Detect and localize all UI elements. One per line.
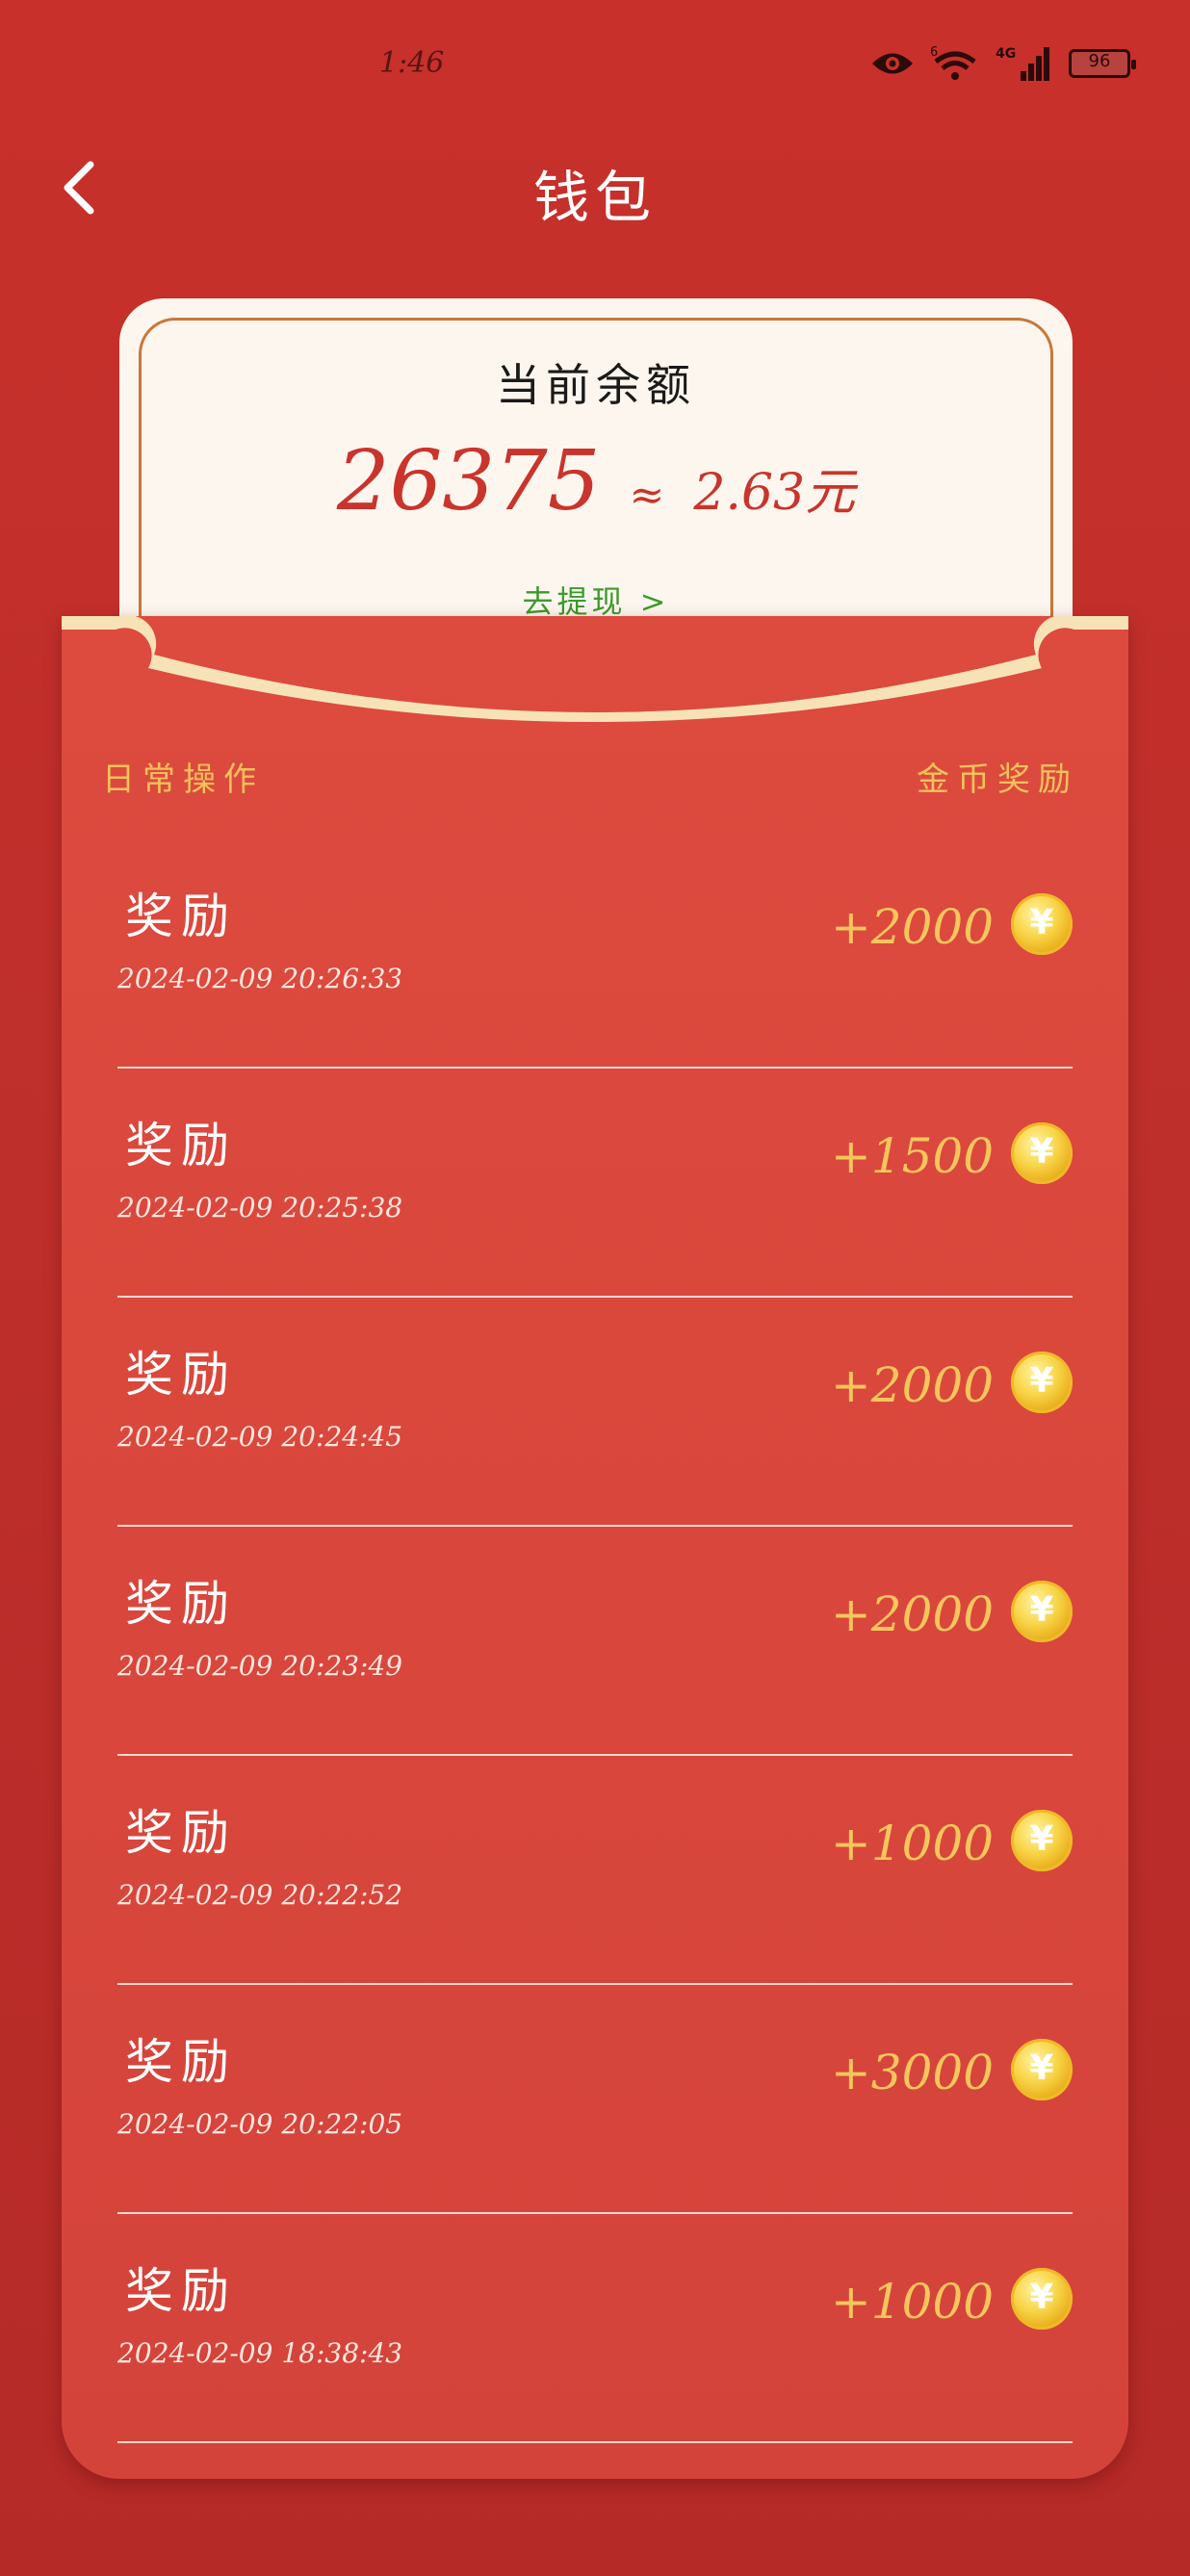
list-item: 奖励 2024-02-09 20:25:38 +1500 ¥	[117, 1069, 1073, 1298]
record-amount: +1500	[830, 1128, 994, 1184]
record-amount: +2000	[830, 899, 994, 955]
record-title: 奖励	[125, 1805, 237, 1861]
wifi-icon: 6	[930, 45, 976, 80]
status-time: 1:46	[379, 46, 445, 80]
svg-text:6: 6	[930, 45, 938, 60]
balance-yuan: 2.63元	[693, 464, 856, 522]
coin-icon: ¥	[1011, 893, 1073, 955]
record-title: 奖励	[125, 889, 237, 944]
coin-icon: ¥	[1011, 2039, 1073, 2100]
balance-label: 当前余额	[496, 359, 696, 411]
list-header-coin-reward: 金币奖励	[917, 760, 1078, 799]
balance-row: 26375 ≈2.63元	[119, 433, 1073, 529]
record-time: 2024-02-09 20:24:45	[117, 1421, 403, 1453]
record-time: 2024-02-09 18:38:43	[117, 2337, 403, 2369]
balance-coins: 26375	[336, 433, 601, 529]
coin-symbol: ¥	[1029, 2278, 1054, 2317]
list-item: 奖励 2024-02-09 20:22:52 +1000 ¥	[117, 1756, 1073, 1985]
record-amount: +1000	[830, 1816, 994, 1871]
coin-symbol: ¥	[1029, 903, 1054, 942]
coin-icon: ¥	[1011, 2268, 1073, 2330]
list-header-daily-ops: 日常操作	[102, 760, 264, 799]
coin-icon: ¥	[1011, 1122, 1073, 1184]
battery-level: 96	[1088, 51, 1111, 71]
record-time: 2024-02-09 20:22:52	[117, 1879, 403, 1911]
record-amount: +2000	[830, 1357, 994, 1413]
coin-symbol: ¥	[1029, 1132, 1054, 1172]
record-amount: +2000	[830, 1586, 994, 1642]
record-amount: +1000	[830, 2274, 994, 2330]
record-time: 2024-02-09 20:25:38	[117, 1192, 403, 1224]
signal-4g-icon: 4G	[996, 46, 1049, 81]
record-title: 奖励	[125, 1118, 237, 1173]
coin-icon: ¥	[1011, 1352, 1073, 1413]
page-title: 钱包	[532, 165, 657, 230]
header: 钱包	[0, 135, 1190, 241]
record-time: 2024-02-09 20:23:49	[117, 1650, 403, 1682]
record-title: 奖励	[125, 1576, 237, 1632]
eye-icon	[872, 53, 913, 74]
battery-icon: 96	[1069, 49, 1136, 78]
coin-symbol: ¥	[1029, 1819, 1054, 1859]
reward-record-list: 奖励 2024-02-09 20:26:33 +2000 ¥ 奖励 2024-0…	[117, 839, 1073, 2443]
record-time: 2024-02-09 20:26:33	[117, 963, 403, 994]
balance-approx: ≈	[629, 471, 665, 520]
list-item: 奖励 2024-02-09 20:26:33 +2000 ¥	[117, 839, 1073, 1069]
coin-symbol: ¥	[1029, 1590, 1054, 1630]
record-title: 奖励	[125, 1347, 237, 1403]
record-title: 奖励	[125, 2263, 237, 2319]
list-item: 奖励 2024-02-09 20:24:45 +2000 ¥	[117, 1298, 1073, 1527]
svg-text:4G: 4G	[996, 46, 1016, 62]
list-item: 奖励 2024-02-09 18:38:43 +1000 ¥	[117, 2214, 1073, 2443]
list-item: 奖励 2024-02-09 20:23:49 +2000 ¥	[117, 1527, 1073, 1756]
envelope-flap	[62, 616, 1128, 751]
coin-symbol: ¥	[1029, 1361, 1054, 1401]
list-item: 奖励 2024-02-09 20:22:05 +3000 ¥	[117, 1985, 1073, 2214]
coin-icon: ¥	[1011, 1581, 1073, 1642]
record-time: 2024-02-09 20:22:05	[117, 2108, 403, 2140]
record-amount: +3000	[830, 2045, 994, 2100]
coin-symbol: ¥	[1029, 2048, 1054, 2088]
status-bar: 1:46 6 4G 96	[0, 0, 1190, 135]
record-title: 奖励	[125, 2034, 237, 2090]
coin-icon: ¥	[1011, 1810, 1073, 1871]
status-icons: 6 4G 96	[870, 44, 1136, 83]
